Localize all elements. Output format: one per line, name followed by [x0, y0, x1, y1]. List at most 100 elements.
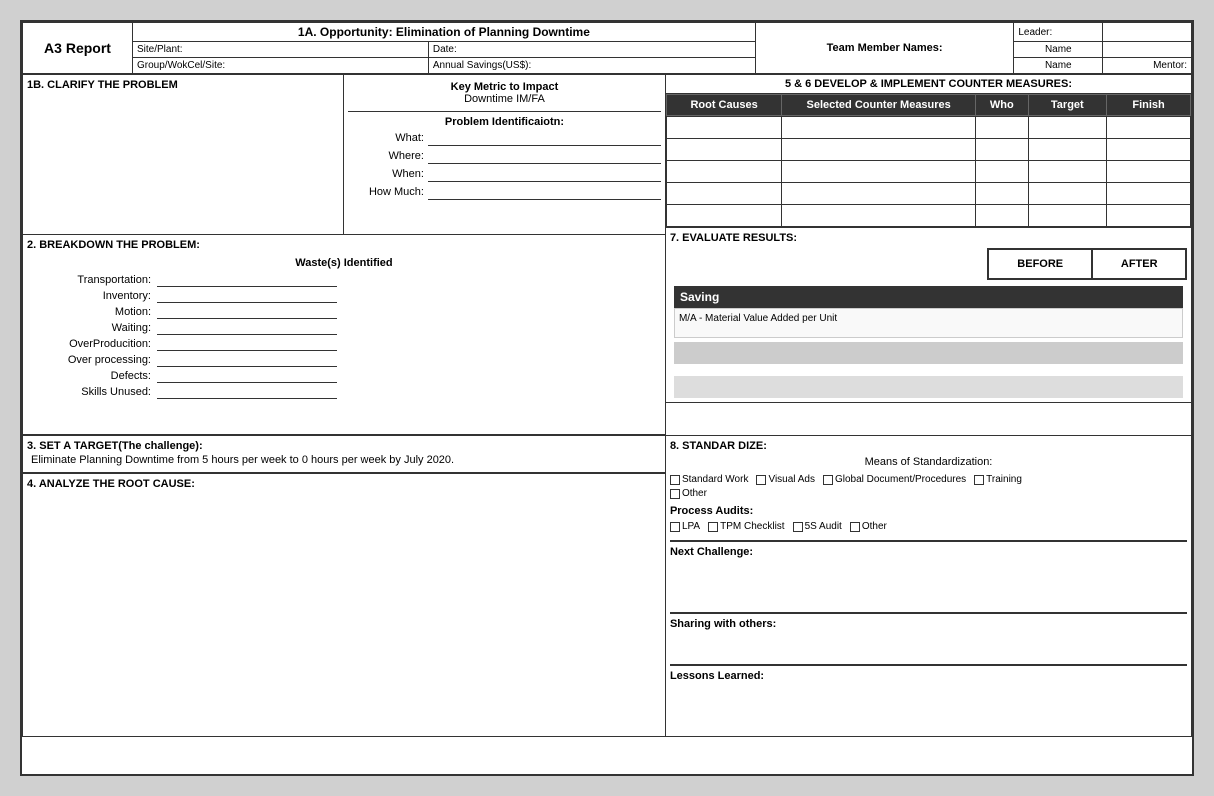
- how-much-label: How Much:: [348, 186, 428, 198]
- cm-finish-3[interactable]: [1107, 161, 1191, 183]
- cm-root-1[interactable]: [666, 117, 781, 139]
- cm-who-5[interactable]: [976, 205, 1028, 227]
- cm-row-5: [666, 205, 1190, 227]
- means-label: Means of Standardization:: [670, 456, 1187, 468]
- standard-work-checkbox[interactable]: [670, 475, 680, 485]
- section-7-title: 7. EVALUATE RESULTS:: [670, 232, 1187, 244]
- lpa-checkbox[interactable]: [670, 522, 680, 532]
- name-label1: Name: [1014, 42, 1103, 58]
- overproduction-label: OverProducition:: [27, 338, 157, 350]
- col-target: Target: [1028, 95, 1107, 116]
- process-audit-options: LPA TPM Checklist 5S Audit Other: [670, 521, 1187, 532]
- key-metric-sub: Downtime IM/FA: [350, 93, 659, 105]
- section-1b-right: Key Metric to Impact Downtime IM/FA Prob…: [344, 75, 665, 234]
- cm-measure-2[interactable]: [782, 139, 976, 161]
- cm-target-4[interactable]: [1028, 183, 1107, 205]
- next-challenge-content[interactable]: [670, 558, 1187, 608]
- defects-value[interactable]: [157, 369, 337, 383]
- lpa-option: LPA: [670, 521, 700, 532]
- overproduction-value[interactable]: [157, 337, 337, 351]
- tpm-checkbox[interactable]: [708, 522, 718, 532]
- cm-who-4[interactable]: [976, 183, 1028, 205]
- when-label: When:: [348, 168, 428, 180]
- over-processing-label: Over processing:: [27, 354, 157, 366]
- cm-measure-4[interactable]: [782, 183, 976, 205]
- cm-finish-4[interactable]: [1107, 183, 1191, 205]
- col-root-causes: Root Causes: [666, 95, 781, 116]
- global-doc-checkbox[interactable]: [823, 475, 833, 485]
- before-after-table: BEFORE AFTER: [987, 248, 1187, 280]
- training-label: Training: [986, 474, 1022, 485]
- sharing-label: Sharing with others:: [670, 618, 1187, 630]
- name-value1[interactable]: [1103, 42, 1192, 58]
- cm-target-2[interactable]: [1028, 139, 1107, 161]
- cm-measure-1[interactable]: [782, 117, 976, 139]
- motion-value[interactable]: [157, 305, 337, 319]
- what-value[interactable]: [428, 130, 661, 146]
- where-value[interactable]: [428, 148, 661, 164]
- sharing-content[interactable]: [670, 630, 1187, 660]
- visual-ads-label: Visual Ads: [768, 474, 815, 485]
- ss-audit-checkbox[interactable]: [793, 522, 803, 532]
- a3-report-page: A3 Report 1A. Opportunity: Elimination o…: [20, 20, 1194, 776]
- motion-label: Motion:: [27, 306, 157, 318]
- site-plant-label: Site/Plant:: [133, 42, 429, 58]
- name-label2: Name: [1014, 58, 1103, 74]
- section-3: 3. SET A TARGET(The challenge): Eliminat…: [23, 436, 665, 474]
- tpm-label: TPM Checklist: [720, 521, 784, 532]
- other-option-2: Other: [850, 521, 887, 532]
- cm-who-3[interactable]: [976, 161, 1028, 183]
- lessons-content[interactable]: [670, 682, 1187, 732]
- after-label: AFTER: [1092, 249, 1186, 279]
- defects-label: Defects:: [27, 370, 157, 382]
- cm-measure-3[interactable]: [782, 161, 976, 183]
- next-challenge-section: Next Challenge:: [670, 540, 1187, 608]
- a3-report-label: A3 Report: [23, 23, 133, 74]
- gray-bar-1: [674, 342, 1183, 364]
- other-label-2: Other: [862, 521, 887, 532]
- skills-unused-label: Skills Unused:: [27, 386, 157, 398]
- skills-unused-value[interactable]: [157, 385, 337, 399]
- cm-root-5[interactable]: [666, 205, 781, 227]
- training-option: Training: [974, 474, 1022, 485]
- cm-row-4: [666, 183, 1190, 205]
- when-value[interactable]: [428, 166, 661, 182]
- training-checkbox[interactable]: [974, 475, 984, 485]
- over-processing-value[interactable]: [157, 353, 337, 367]
- what-label: What:: [348, 132, 428, 144]
- how-much-value[interactable]: [428, 184, 661, 200]
- visual-ads-checkbox[interactable]: [756, 475, 766, 485]
- report-title: 1A. Opportunity: Elimination of Planning…: [133, 23, 756, 42]
- other-checkbox-2[interactable]: [850, 522, 860, 532]
- cm-target-5[interactable]: [1028, 205, 1107, 227]
- inventory-value[interactable]: [157, 289, 337, 303]
- transportation-value[interactable]: [157, 273, 337, 287]
- col-selected-cm: Selected Counter Measures: [782, 95, 976, 116]
- inventory-label: Inventory:: [27, 290, 157, 302]
- leader-label: Leader:: [1014, 23, 1103, 42]
- waiting-value[interactable]: [157, 321, 337, 335]
- global-doc-label: Global Document/Procedures: [835, 474, 966, 485]
- section-7: 7. EVALUATE RESULTS: BEFORE AFTER: [666, 228, 1191, 403]
- col-who: Who: [976, 95, 1028, 116]
- col-finish: Finish: [1107, 95, 1191, 116]
- cm-root-2[interactable]: [666, 139, 781, 161]
- cm-who-1[interactable]: [976, 117, 1028, 139]
- cm-root-4[interactable]: [666, 183, 781, 205]
- cm-target-1[interactable]: [1028, 117, 1107, 139]
- section-1b-title: 1B. CLARIFY THE PROBLEM: [27, 79, 339, 91]
- cm-measure-5[interactable]: [782, 205, 976, 227]
- cm-root-3[interactable]: [666, 161, 781, 183]
- other-checkbox-1[interactable]: [670, 489, 680, 499]
- cm-finish-1[interactable]: [1107, 117, 1191, 139]
- lpa-label: LPA: [682, 521, 700, 532]
- other-option-1: Other: [670, 488, 707, 499]
- cm-finish-2[interactable]: [1107, 139, 1191, 161]
- cm-who-2[interactable]: [976, 139, 1028, 161]
- section-8: 8. STANDAR DIZE: Means of Standardizatio…: [665, 436, 1191, 737]
- leader-value[interactable]: [1103, 23, 1192, 42]
- sharing-section: Sharing with others:: [670, 612, 1187, 660]
- cm-row-1: [666, 117, 1190, 139]
- cm-target-3[interactable]: [1028, 161, 1107, 183]
- cm-finish-5[interactable]: [1107, 205, 1191, 227]
